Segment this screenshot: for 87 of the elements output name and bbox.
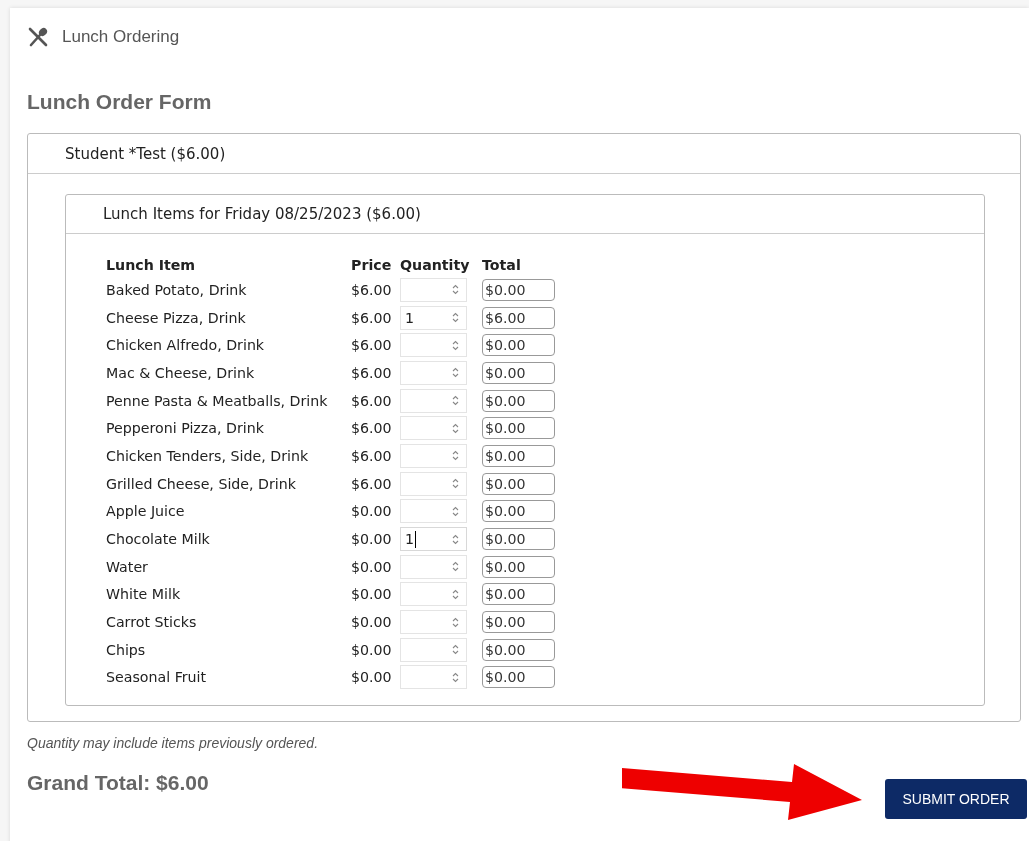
column-header: Quantity xyxy=(400,254,482,276)
app-title: Lunch Ordering xyxy=(62,27,180,47)
total-field: $0.00 xyxy=(482,583,555,606)
table-cell: $6.00 xyxy=(351,469,400,498)
spinner-icon[interactable] xyxy=(451,615,460,629)
column-header: Total xyxy=(482,256,522,275)
quantity-field[interactable] xyxy=(400,499,467,524)
table-cell-text: Chicken Alfredo, Drink xyxy=(106,336,266,356)
total-field: $0.00 xyxy=(482,444,555,467)
spinner-icon[interactable] xyxy=(451,283,460,297)
table-cell: $6.00 xyxy=(351,359,400,387)
spinner-icon[interactable] xyxy=(451,338,460,352)
quantity-field[interactable] xyxy=(400,471,467,496)
spinner-icon[interactable] xyxy=(451,643,460,657)
total-field: $0.00 xyxy=(482,500,555,523)
table-cell: $6.00 xyxy=(351,303,400,332)
column-header: Lunch Item xyxy=(106,256,197,275)
table-cell-text: Chips xyxy=(106,640,147,660)
table-cell-text: Cheese Pizza, Drink xyxy=(106,308,247,328)
total-field: $0.00 xyxy=(482,638,555,661)
quantity-field[interactable] xyxy=(400,333,467,358)
total-field: $6.00 xyxy=(482,306,555,329)
page-title: Lunch Order Form xyxy=(27,90,213,114)
quantity-field[interactable] xyxy=(400,582,467,607)
table-cell-text: Seasonal Fruit xyxy=(106,668,208,688)
total-field: $0.00 xyxy=(482,555,555,578)
quantity-field[interactable] xyxy=(400,637,467,662)
table-cell: $6.00 xyxy=(351,442,400,470)
total-field: $0.00 xyxy=(482,389,555,412)
table-cell-text: Penne Pasta & Meatballs, Drink xyxy=(106,391,329,411)
column-header: Price xyxy=(351,254,400,276)
quantity-field[interactable] xyxy=(400,360,467,385)
table-cell: $0.00 xyxy=(351,635,400,664)
quantity-field[interactable]: 1 xyxy=(400,305,467,330)
quantity-field[interactable] xyxy=(400,388,467,413)
table-cell-text: Grilled Cheese, Side, Drink xyxy=(106,474,297,494)
spinner-icon[interactable] xyxy=(451,560,460,574)
table-cell: $0.00 xyxy=(351,663,400,692)
table-cell-text: Carrot Sticks xyxy=(106,613,198,633)
fork-and-spoon-icon xyxy=(27,26,49,48)
table-cell-text: Mac & Cheese, Drink xyxy=(106,363,256,383)
total-field: $0.00 xyxy=(482,417,555,440)
table-cell-text: Chocolate Milk xyxy=(106,530,211,550)
quantity-field[interactable] xyxy=(400,610,467,635)
table-cell: $0.00 xyxy=(351,580,400,609)
quantity-field[interactable] xyxy=(400,416,467,441)
total-field: $0.00 xyxy=(482,472,555,495)
total-field: $0.00 xyxy=(482,334,555,357)
table-cell-text: White Milk xyxy=(106,585,182,605)
quantity-field[interactable]: 1 xyxy=(400,527,467,552)
spinner-icon[interactable] xyxy=(451,394,460,408)
total-field: $0.00 xyxy=(482,278,555,301)
table-cell: $0.00 xyxy=(351,608,400,636)
table-cell-text: Chicken Tenders, Side, Drink xyxy=(106,446,310,466)
spinner-icon[interactable] xyxy=(451,587,460,601)
panel-title: Lunch Items for Friday 08/25/2023 ($6.00) xyxy=(103,205,421,223)
spinner-icon[interactable] xyxy=(451,504,460,518)
total-field: $0.00 xyxy=(482,361,555,384)
spinner-icon[interactable] xyxy=(451,311,460,325)
spinner-icon[interactable] xyxy=(451,670,460,684)
table-cell-text: Apple Juice xyxy=(106,502,186,522)
table-cell: $0.00 xyxy=(351,497,400,526)
spinner-icon[interactable] xyxy=(451,477,460,491)
spinner-icon[interactable] xyxy=(451,421,460,435)
note-text: Quantity may include items previously ordered. xyxy=(27,735,320,752)
table-cell: $6.00 xyxy=(351,414,400,443)
spinner-icon[interactable] xyxy=(451,532,460,546)
table-cell: $6.00 xyxy=(351,276,400,304)
spinner-icon[interactable] xyxy=(451,449,460,463)
table-cell-text: Baked Potato, Drink xyxy=(106,280,248,300)
total-field: $0.00 xyxy=(482,528,555,551)
table-cell: $0.00 xyxy=(351,552,400,581)
table-cell: $6.00 xyxy=(351,386,400,415)
table-cell-text: Pepperoni Pizza, Drink xyxy=(106,419,265,439)
total-field: $0.00 xyxy=(482,611,555,634)
table-cell-text: Water xyxy=(106,557,149,577)
quantity-field[interactable] xyxy=(400,554,467,579)
grand-total: Grand Total: $6.00 xyxy=(27,771,209,796)
submit-button[interactable]: SUBMIT ORDER xyxy=(885,779,1027,820)
quantity-field[interactable] xyxy=(400,443,467,468)
table-cell: $6.00 xyxy=(351,331,400,360)
table-cell: $0.00 xyxy=(351,525,400,553)
spinner-icon[interactable] xyxy=(451,366,460,380)
total-field: $0.00 xyxy=(482,666,555,689)
quantity-field[interactable] xyxy=(400,277,467,302)
quantity-field[interactable] xyxy=(400,665,467,690)
panel-title: Student *Test ($6.00) xyxy=(65,144,226,163)
